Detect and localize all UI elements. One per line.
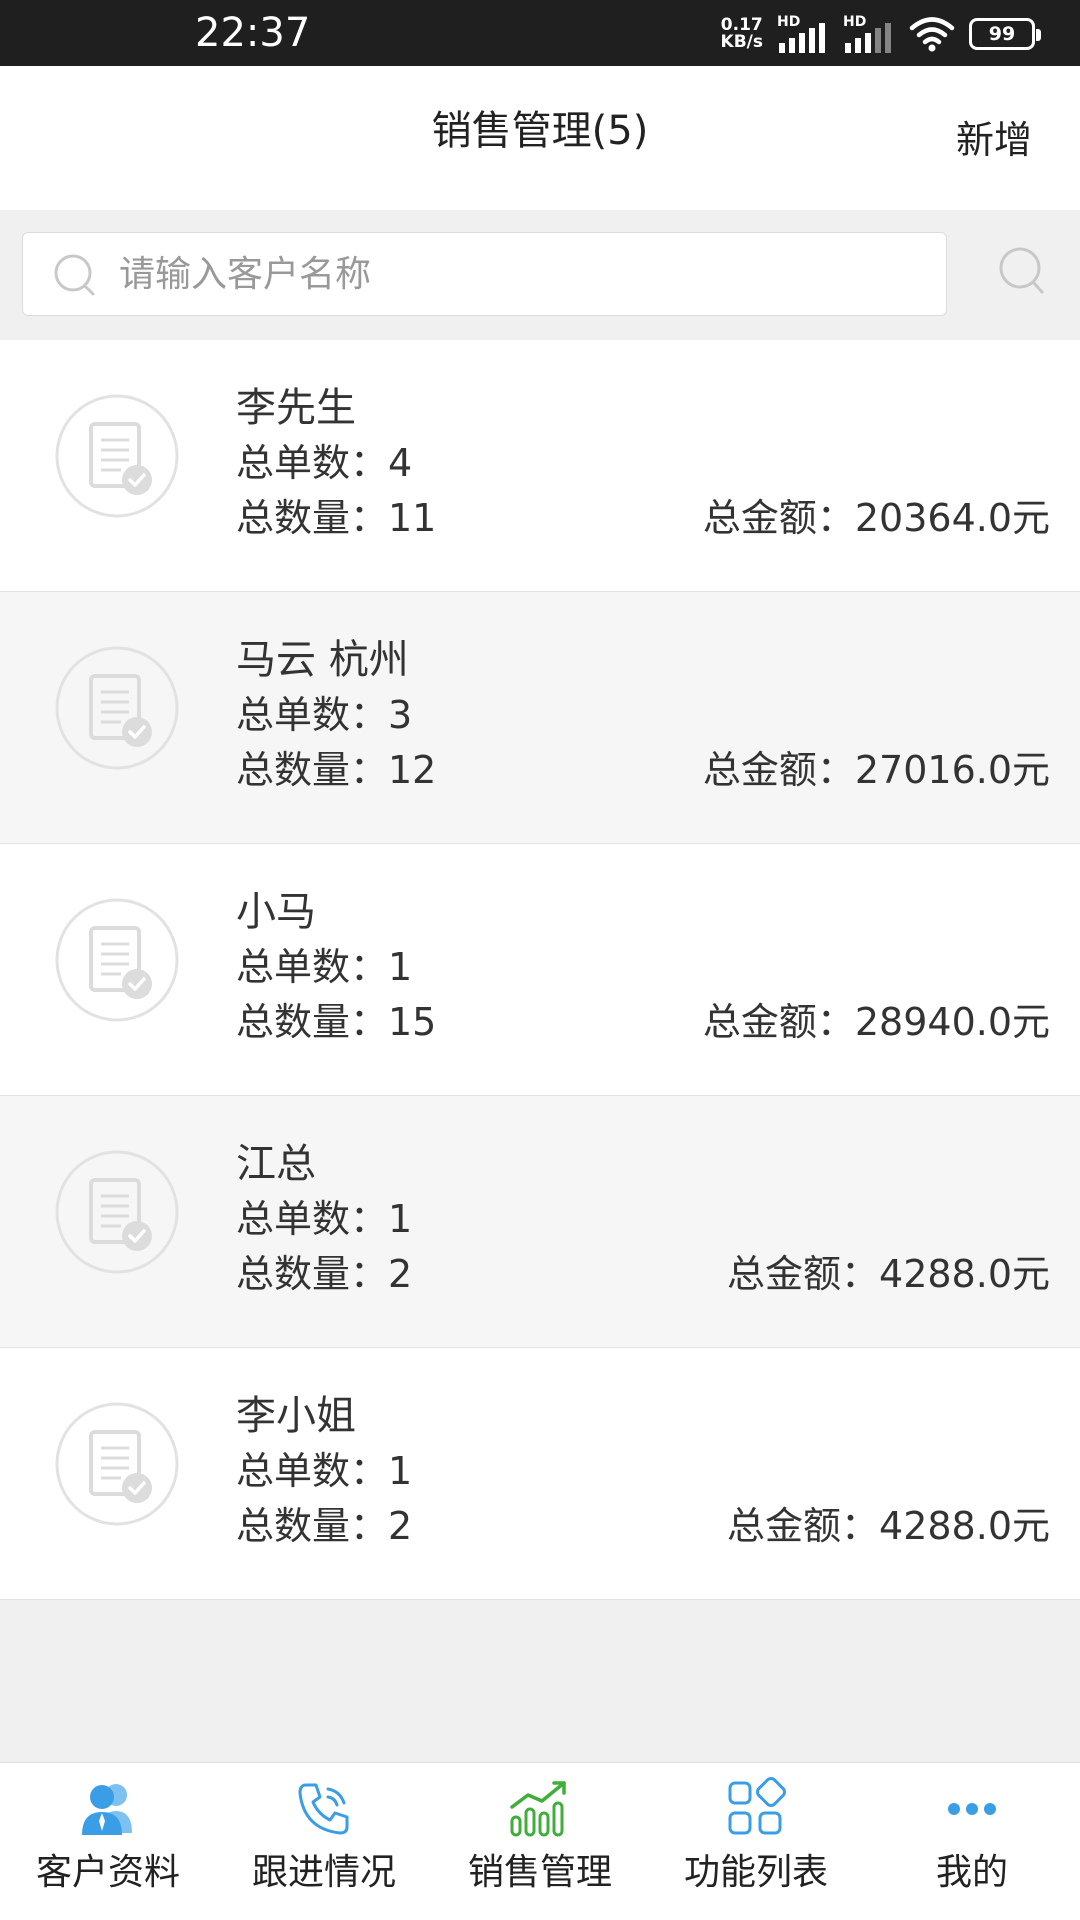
document-check-icon [55, 1402, 179, 1526]
network-speed: 0.17 KB/s [721, 17, 763, 51]
document-check-icon [55, 394, 179, 518]
document-check-icon [55, 646, 179, 770]
total-amount: 总金额：28940.0元 [702, 1000, 1050, 1044]
search-icon [54, 254, 95, 296]
wifi-icon [909, 17, 955, 52]
sales-chart-icon [510, 1781, 566, 1837]
customer-profile-icon [82, 1784, 132, 1835]
phone-icon [298, 1783, 349, 1835]
search-button-icon[interactable] [998, 246, 1048, 300]
nav-label: 跟进情况 [251, 1852, 396, 1893]
customer-name: 李先生 [236, 385, 356, 431]
nav-item-sales-management[interactable]: 销售管理 [432, 1763, 648, 1920]
total-quantity: 总数量：11 [236, 496, 437, 540]
document-check-icon [55, 898, 179, 1022]
search-box [22, 232, 947, 316]
nav-label: 销售管理 [467, 1852, 612, 1893]
list-item[interactable]: 李先生 总单数：4 总数量：11 总金额：20364.0元 [0, 340, 1080, 592]
signal-sim1-icon: HD [777, 15, 829, 53]
list-item[interactable]: 马云 杭州 总单数：3 总数量：12 总金额：27016.0元 [0, 592, 1080, 844]
nav-item-mine[interactable]: 我的 [864, 1763, 1080, 1920]
nav-item-function-list[interactable]: 功能列表 [648, 1763, 864, 1920]
customer-name: 李小姐 [236, 1393, 356, 1439]
customer-name: 小马 [236, 889, 316, 935]
total-amount: 总金额：4288.0元 [727, 1504, 1050, 1548]
search-input[interactable] [119, 233, 919, 315]
total-amount: 总金额：20364.0元 [702, 496, 1050, 540]
total-orders: 总单数：1 [236, 1197, 413, 1241]
total-quantity: 总数量：2 [236, 1252, 413, 1296]
add-button[interactable]: 新增 [956, 114, 1032, 166]
list-item[interactable]: 江总 总单数：1 总数量：2 总金额：4288.0元 [0, 1096, 1080, 1348]
total-orders: 总单数：1 [236, 1449, 413, 1493]
sales-list: 李先生 总单数：4 总数量：11 总金额：20364.0元 马云 杭州 总单数：… [0, 340, 1080, 1600]
search-bar [0, 210, 1080, 340]
nav-item-customer-profile[interactable]: 客户资料 [0, 1763, 216, 1920]
network-speed-unit: KB/s [720, 32, 763, 52]
total-orders: 总单数：3 [236, 693, 413, 737]
total-amount: 总金额：4288.0元 [727, 1252, 1050, 1296]
status-time: 22:37 [195, 10, 311, 56]
nav-item-follow-up[interactable]: 跟进情况 [216, 1763, 432, 1920]
app-header: 销售管理(5) 新增 [0, 66, 1080, 210]
total-quantity: 总数量：15 [236, 1000, 437, 1044]
list-item[interactable]: 李小姐 总单数：1 总数量：2 总金额：4288.0元 [0, 1348, 1080, 1600]
page-title: 销售管理(5) [431, 108, 649, 154]
customer-name: 江总 [236, 1141, 316, 1187]
nav-label: 我的 [935, 1852, 1008, 1893]
battery-icon: 99 [969, 18, 1041, 50]
status-icons: 0.17 KB/s HD HD 99 [721, 14, 1041, 54]
battery-level: 99 [988, 23, 1016, 45]
status-bar: 22:37 0.17 KB/s HD HD 99 [0, 0, 1080, 66]
total-quantity: 总数量：2 [236, 1504, 413, 1548]
nav-label: 客户资料 [35, 1852, 180, 1893]
signal-sim2-icon: HD [843, 15, 895, 53]
total-orders: 总单数：4 [236, 441, 413, 485]
customer-name: 马云 杭州 [236, 637, 409, 683]
more-dots-icon [948, 1803, 996, 1815]
document-check-icon [55, 1150, 179, 1274]
total-amount: 总金额：27016.0元 [702, 748, 1050, 792]
total-quantity: 总数量：12 [236, 748, 437, 792]
total-orders: 总单数：1 [236, 945, 413, 989]
list-item[interactable]: 小马 总单数：1 总数量：15 总金额：28940.0元 [0, 844, 1080, 1096]
bottom-nav: 客户资料 跟进情况 销售管理 功能列表 我的 [0, 1762, 1080, 1920]
grid-icon [728, 1777, 786, 1835]
nav-label: 功能列表 [683, 1852, 828, 1893]
